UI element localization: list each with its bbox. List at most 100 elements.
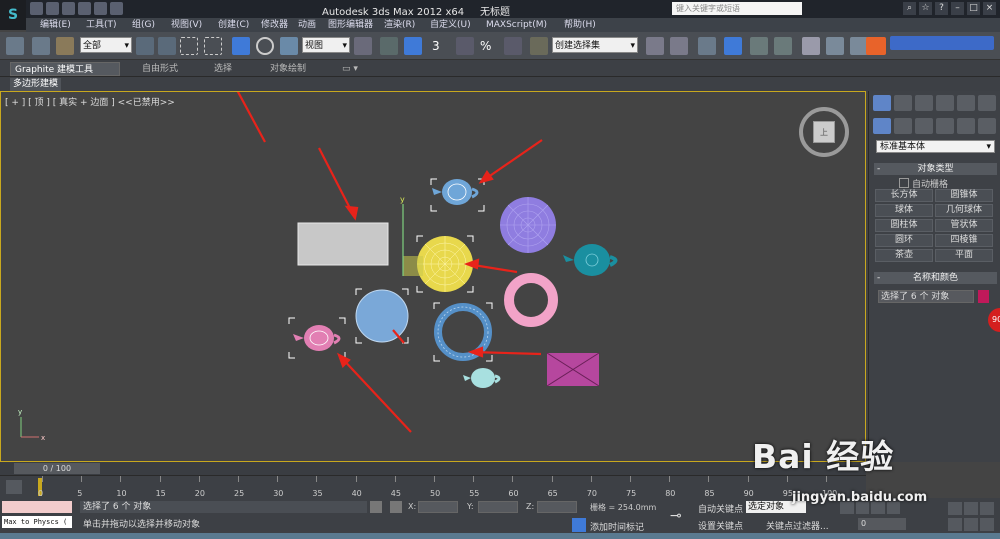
key-filters-button[interactable]: 关键点过滤器... bbox=[766, 519, 829, 532]
tab-freeform[interactable]: 自由形式 bbox=[138, 62, 182, 76]
help-icon[interactable]: ? bbox=[935, 2, 948, 15]
new-file-icon[interactable] bbox=[30, 2, 43, 15]
ime-sogou-icon[interactable] bbox=[866, 37, 886, 55]
unlink-icon[interactable] bbox=[32, 37, 50, 55]
select-by-name-icon[interactable] bbox=[158, 37, 176, 55]
set-key-button[interactable]: 设置关键点 bbox=[698, 519, 743, 532]
star-icon[interactable]: ☆ bbox=[919, 2, 932, 15]
time-tag-icon[interactable] bbox=[572, 518, 586, 532]
select-object-icon[interactable] bbox=[136, 37, 154, 55]
rotate-icon[interactable] bbox=[256, 37, 274, 55]
window-crossing-icon[interactable] bbox=[204, 37, 222, 55]
menu-item[interactable]: 视图(V) bbox=[171, 18, 202, 32]
lights-icon[interactable] bbox=[915, 118, 933, 134]
percent-snap-icon[interactable]: % bbox=[480, 37, 498, 55]
zoom-icon[interactable] bbox=[948, 502, 962, 515]
snap-toggle-icon[interactable]: 3 bbox=[432, 37, 450, 55]
track-bar[interactable]: 0 5 10 15 20 25 30 35 40 45 50 55 60 65 70 75 80 85 90 95 10… bbox=[0, 475, 866, 498]
shapes-icon[interactable] bbox=[894, 118, 912, 134]
menu-item[interactable]: 创建(C) bbox=[218, 18, 249, 32]
maxscript-output[interactable]: Max to Physcs ( bbox=[2, 516, 72, 528]
object-name-field[interactable]: 选择了 6 个 对象 bbox=[878, 290, 974, 303]
cameras-icon[interactable] bbox=[936, 118, 954, 134]
geometry-icon[interactable] bbox=[873, 118, 891, 134]
selection-filter-select[interactable]: 全部 bbox=[80, 37, 132, 54]
menu-item[interactable]: 工具(T) bbox=[86, 18, 117, 32]
track-bar-menu-icon[interactable] bbox=[6, 480, 22, 494]
lock-icon[interactable] bbox=[370, 501, 382, 513]
primitive-category-select[interactable]: 标准基本体 bbox=[876, 140, 995, 154]
x-coord-field[interactable] bbox=[418, 501, 458, 513]
search-input[interactable]: 键入关键字或短语 bbox=[672, 2, 802, 15]
align-icon[interactable] bbox=[670, 37, 688, 55]
menu-item[interactable]: 自定义(U) bbox=[430, 18, 471, 32]
spacewarps-icon[interactable] bbox=[978, 118, 996, 134]
helpers-icon[interactable] bbox=[957, 118, 975, 134]
plane-button[interactable]: 平面 bbox=[935, 249, 993, 262]
viewport-top[interactable]: [ + ] [ 顶 ] [ 真实 + 边面 ] <<已禁用>> 上 y x y bbox=[0, 91, 866, 462]
zoom-extents-icon[interactable] bbox=[980, 502, 994, 515]
open-file-icon[interactable] bbox=[46, 2, 59, 15]
orbit-icon[interactable] bbox=[964, 518, 978, 531]
menu-item[interactable]: 组(G) bbox=[132, 18, 155, 32]
app-logo-icon[interactable]: S bbox=[0, 0, 26, 30]
key-icon[interactable]: ⊸ bbox=[670, 508, 682, 524]
close-icon[interactable]: × bbox=[983, 2, 996, 15]
absolute-mode-icon[interactable] bbox=[390, 501, 402, 513]
menu-item[interactable]: 动画 bbox=[298, 18, 316, 32]
box-button[interactable]: 长方体 bbox=[875, 189, 933, 202]
time-slider[interactable]: 0 / 100 bbox=[0, 462, 866, 475]
auto-key-button[interactable]: 自动关键点 bbox=[698, 502, 743, 515]
cylinder-button[interactable]: 圆柱体 bbox=[875, 219, 933, 232]
geosphere-button[interactable]: 几何球体 bbox=[935, 204, 993, 217]
modify-tab-icon[interactable] bbox=[894, 95, 912, 111]
teapot-button[interactable]: 茶壶 bbox=[875, 249, 933, 262]
minimize-icon[interactable]: – bbox=[951, 2, 964, 15]
undo-icon[interactable] bbox=[78, 2, 91, 15]
project-folder-icon[interactable] bbox=[110, 2, 123, 15]
utilities-tab-icon[interactable] bbox=[978, 95, 996, 111]
scale-icon[interactable] bbox=[280, 37, 298, 55]
display-tab-icon[interactable] bbox=[957, 95, 975, 111]
time-slider-thumb[interactable]: 0 / 100 bbox=[14, 463, 100, 474]
material-editor-icon[interactable] bbox=[802, 37, 820, 55]
ime-toolbar[interactable] bbox=[890, 36, 994, 50]
cone-button[interactable]: 圆锥体 bbox=[935, 189, 993, 202]
object-color-swatch[interactable] bbox=[978, 290, 989, 303]
keyboard-shortcut-icon[interactable] bbox=[404, 37, 422, 55]
hierarchy-tab-icon[interactable] bbox=[915, 95, 933, 111]
tab-selection[interactable]: 选择 bbox=[210, 62, 236, 76]
tab-object-paint[interactable]: 对象绘制 bbox=[266, 62, 310, 76]
maxscript-listener-input[interactable] bbox=[2, 501, 72, 513]
save-file-icon[interactable] bbox=[62, 2, 75, 15]
current-frame-field[interactable]: 0 bbox=[858, 518, 906, 530]
named-selection-select[interactable]: 创建选择集 bbox=[552, 37, 638, 54]
redo-icon[interactable] bbox=[94, 2, 107, 15]
y-coord-field[interactable] bbox=[478, 501, 518, 513]
zoom-all-icon[interactable] bbox=[964, 502, 978, 515]
sphere-button[interactable]: 球体 bbox=[875, 204, 933, 217]
angle-snap-icon[interactable] bbox=[456, 37, 474, 55]
move-icon[interactable] bbox=[232, 37, 250, 55]
schematic-view-icon[interactable] bbox=[774, 37, 792, 55]
edit-named-selection-icon[interactable] bbox=[530, 37, 548, 55]
manipulate-icon[interactable] bbox=[380, 37, 398, 55]
render-setup-icon[interactable] bbox=[826, 37, 844, 55]
rect-selection-icon[interactable] bbox=[180, 37, 198, 55]
object-type-rollout[interactable]: 对象类型 bbox=[874, 163, 997, 175]
ribbon-options-icon[interactable]: ▭ ▾ bbox=[338, 62, 362, 76]
motion-tab-icon[interactable] bbox=[936, 95, 954, 111]
graphite-toggle-icon[interactable] bbox=[724, 37, 742, 55]
tab-polygon-modeling[interactable]: 多边形建模 bbox=[10, 78, 62, 91]
tab-graphite[interactable]: Graphite 建模工具 bbox=[10, 62, 120, 76]
curve-editor-icon[interactable] bbox=[750, 37, 768, 55]
menu-item[interactable]: MAXScript(M) bbox=[486, 18, 547, 32]
pan-icon[interactable] bbox=[948, 518, 962, 531]
menu-item[interactable]: 编辑(E) bbox=[40, 18, 71, 32]
name-color-rollout[interactable]: 名称和颜色 bbox=[874, 272, 997, 284]
link-icon[interactable] bbox=[6, 37, 24, 55]
menu-item[interactable]: 修改器 bbox=[261, 18, 288, 32]
maximize-viewport-icon[interactable] bbox=[980, 518, 994, 531]
add-time-tag[interactable]: 添加时间标记 bbox=[590, 520, 644, 533]
menu-item[interactable]: 渲染(R) bbox=[384, 18, 415, 32]
